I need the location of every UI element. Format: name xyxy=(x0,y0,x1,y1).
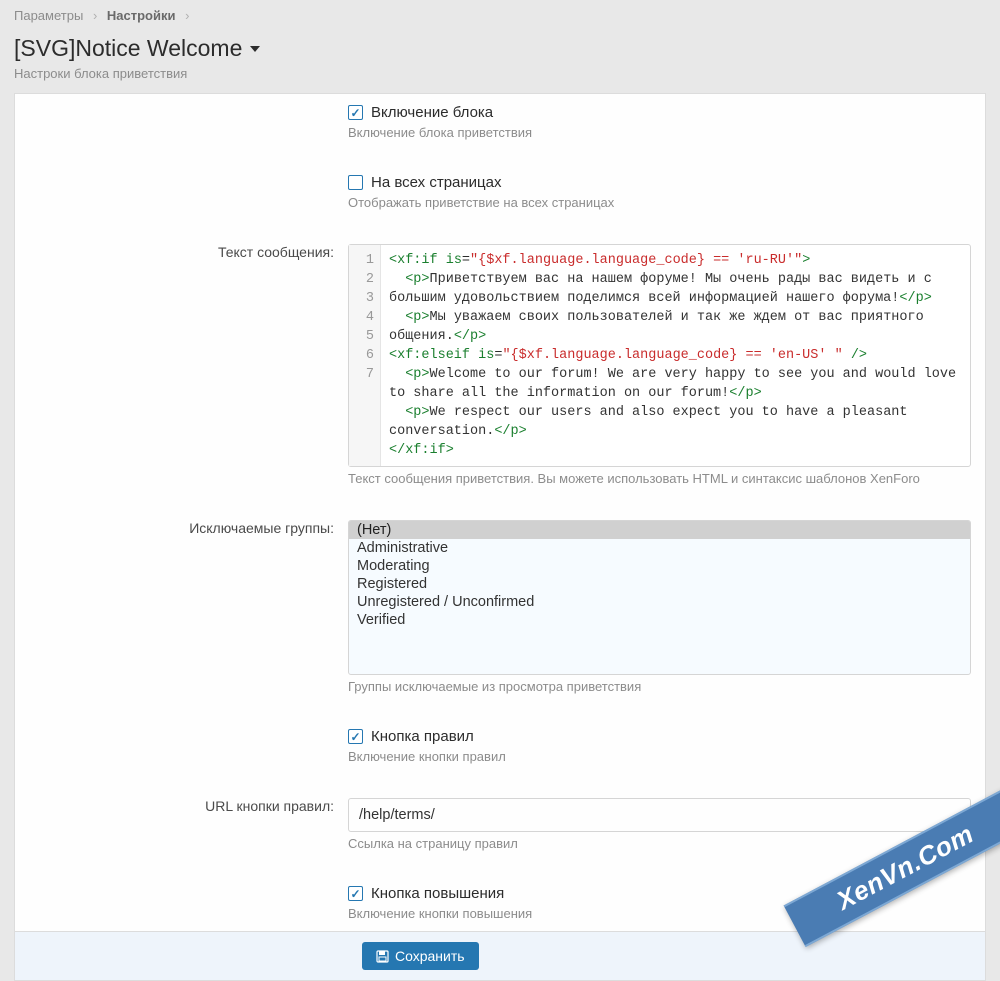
save-button[interactable]: Сохранить xyxy=(362,942,479,970)
listbox-option[interactable]: Verified xyxy=(349,611,970,629)
rules-button-hint: Включение кнопки правил xyxy=(348,749,971,764)
listbox-option[interactable]: Administrative xyxy=(349,539,970,557)
checkbox-icon xyxy=(348,886,363,901)
all-pages-hint: Отображать приветствие на всех страницах xyxy=(348,195,971,210)
caret-down-icon xyxy=(248,35,262,62)
excluded-groups-label: Исключаемые группы: xyxy=(15,510,348,546)
breadcrumb-item-settings[interactable]: Настройки xyxy=(107,8,176,23)
all-pages-checkbox[interactable]: На всех страницах xyxy=(348,174,971,191)
enable-block-checkbox[interactable]: Включение блока xyxy=(348,104,971,121)
footer-bar: Сохранить xyxy=(14,931,986,981)
breadcrumb-item-parameters[interactable]: Параметры xyxy=(14,8,83,23)
save-icon xyxy=(376,950,389,963)
all-pages-label: На всех страницах xyxy=(371,174,501,191)
checkbox-icon xyxy=(348,105,363,120)
checkbox-icon xyxy=(348,175,363,190)
listbox-option[interactable]: Moderating xyxy=(349,557,970,575)
message-text-label: Текст сообщения: xyxy=(15,234,348,270)
listbox-option[interactable]: (Нет) xyxy=(349,521,970,539)
message-code-editor[interactable]: 1234567 <xf:if is="{$xf.language.languag… xyxy=(348,244,971,467)
page-title-text: [SVG]Notice Welcome xyxy=(14,35,242,62)
enable-block-label: Включение блока xyxy=(371,104,493,121)
excluded-groups-hint: Группы исключаемые из просмотра приветст… xyxy=(348,679,971,694)
listbox-option[interactable]: Unregistered / Unconfirmed xyxy=(349,593,970,611)
rules-url-input[interactable] xyxy=(348,798,971,832)
message-text-hint: Текст сообщения приветствия. Вы можете и… xyxy=(348,471,971,486)
rules-button-label: Кнопка правил xyxy=(371,728,474,745)
page-subtitle: Настроки блока приветствия xyxy=(0,64,1000,93)
chevron-right-icon: › xyxy=(185,8,189,23)
form-panel: Включение блока Включение блока приветст… xyxy=(14,93,986,931)
breadcrumb: Параметры › Настройки › xyxy=(0,0,1000,31)
rules-url-hint: Ссылка на страницу правил xyxy=(348,836,971,851)
rules-button-checkbox[interactable]: Кнопка правил xyxy=(348,728,971,745)
page-title[interactable]: [SVG]Notice Welcome xyxy=(0,31,1000,64)
save-button-label: Сохранить xyxy=(395,948,465,964)
rules-url-label: URL кнопки правил: xyxy=(15,788,348,824)
excluded-groups-listbox[interactable]: (Нет)AdministrativeModeratingRegisteredU… xyxy=(348,520,971,675)
upgrade-button-label: Кнопка повышения xyxy=(371,885,504,902)
enable-block-hint: Включение блока приветствия xyxy=(348,125,971,140)
checkbox-icon xyxy=(348,729,363,744)
chevron-right-icon: › xyxy=(93,8,97,23)
listbox-option[interactable]: Registered xyxy=(349,575,970,593)
